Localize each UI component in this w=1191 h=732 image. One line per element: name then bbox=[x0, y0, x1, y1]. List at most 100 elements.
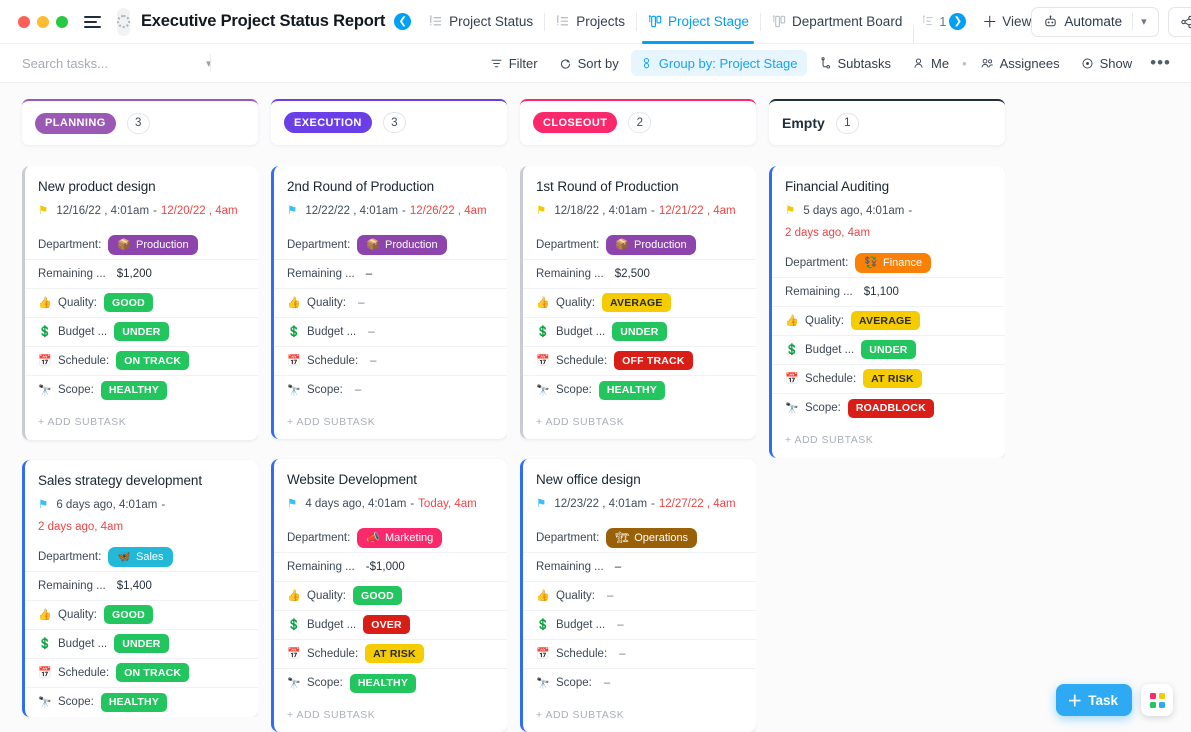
field-budget[interactable]: 💲 Budget ... – bbox=[274, 318, 507, 347]
sort-button[interactable]: Sort by bbox=[550, 50, 628, 76]
filter-icon bbox=[491, 59, 502, 67]
field-budget[interactable]: 💲 Budget ... OVER bbox=[274, 611, 507, 640]
assignees-button[interactable]: Assignees bbox=[971, 50, 1069, 76]
field-department[interactable]: Department: 📣 Marketing bbox=[274, 524, 507, 553]
task-dates[interactable]: ⚑ 12/18/22 , 4:01am -12/21/22 , 4am bbox=[523, 194, 756, 221]
budget-icon: 💲 bbox=[785, 344, 799, 357]
field-scope[interactable]: 🔭 Scope: – bbox=[274, 376, 507, 405]
field-scope[interactable]: 🔭 Scope: HEALTHY bbox=[523, 376, 756, 405]
field-remaining[interactable]: Remaining ... $1,100 bbox=[772, 278, 1005, 307]
field-schedule[interactable]: 📅 Schedule: AT RISK bbox=[772, 365, 1005, 394]
chevron-down-icon[interactable]: ▾ bbox=[1141, 15, 1147, 28]
add-subtask-button[interactable]: + ADD SUBTASK bbox=[25, 405, 258, 440]
tab-project-status[interactable]: Project Status bbox=[417, 0, 544, 44]
field-schedule[interactable]: 📅 Schedule: – bbox=[523, 640, 756, 669]
more-views-icon[interactable]: ❯ bbox=[949, 13, 967, 30]
column-header[interactable]: CLOSEOUT 2 bbox=[520, 99, 756, 145]
task-dates[interactable]: ⚑ 4 days ago, 4:01am - Today, 4am bbox=[274, 487, 507, 514]
task-dates[interactable]: ⚑ 12/16/22 , 4:01am -12/20/22 , 4am bbox=[25, 194, 258, 221]
field-department[interactable]: Department: 🏗 Operations bbox=[523, 524, 756, 553]
share-button[interactable]: Share bbox=[1167, 6, 1191, 37]
me-button[interactable]: Me bbox=[903, 50, 958, 76]
task-dates[interactable]: ⚑ 5 days ago, 4:01am - bbox=[772, 194, 1005, 221]
field-quality[interactable]: 👍 Quality: – bbox=[523, 582, 756, 611]
field-scope[interactable]: 🔭 Scope: HEALTHY bbox=[25, 688, 258, 717]
field-schedule[interactable]: 📅 Schedule: ON TRACK bbox=[25, 347, 258, 376]
apps-grid-button[interactable] bbox=[1141, 684, 1173, 716]
field-budget[interactable]: 💲 Budget ... UNDER bbox=[523, 318, 756, 347]
subtasks-button[interactable]: Subtasks bbox=[810, 50, 900, 76]
task-card[interactable]: 1st Round of Production ⚑ 12/18/22 , 4:01a… bbox=[520, 165, 756, 439]
automate-button[interactable]: Automate ▾ bbox=[1031, 6, 1159, 37]
field-department[interactable]: Department: 🦋 Sales bbox=[25, 543, 258, 572]
field-remaining[interactable]: Remaining ... $1,200 bbox=[25, 260, 258, 289]
field-quality[interactable]: 👍 Quality: GOOD bbox=[25, 289, 258, 318]
more-views-group[interactable]: 1 ❯ bbox=[913, 13, 974, 44]
task-card[interactable]: Website Development ⚑ 4 days ago, 4:01am - T… bbox=[271, 458, 507, 732]
task-dates[interactable]: ⚑ 6 days ago, 4:01am - bbox=[25, 488, 258, 515]
column-header[interactable]: EXECUTION 3 bbox=[271, 99, 507, 145]
field-remaining[interactable]: Remaining ... – bbox=[274, 260, 507, 289]
add-subtask-button[interactable]: + ADD SUBTASK bbox=[274, 405, 507, 439]
field-schedule[interactable]: 📅 Schedule: – bbox=[274, 347, 507, 376]
field-scope[interactable]: 🔭 Scope: – bbox=[523, 669, 756, 698]
show-button[interactable]: Show bbox=[1072, 50, 1142, 76]
field-remaining[interactable]: Remaining ... $2,500 bbox=[523, 260, 756, 289]
field-department[interactable]: Department: 💱 Finance bbox=[772, 249, 1005, 278]
field-budget[interactable]: 💲 Budget ... UNDER bbox=[25, 318, 258, 347]
field-label: Budget ... bbox=[307, 618, 357, 631]
field-department[interactable]: Department: 📦 Production bbox=[523, 231, 756, 260]
more-options-icon[interactable]: ••• bbox=[1144, 54, 1177, 71]
task-dates[interactable]: ⚑ 12/23/22 , 4:01am -12/27/22 , 4am bbox=[523, 487, 756, 514]
field-budget[interactable]: 💲 Budget ... UNDER bbox=[772, 336, 1005, 365]
tab-projects[interactable]: Projects bbox=[544, 0, 636, 44]
field-remaining[interactable]: Remaining ... -$1,000 bbox=[274, 553, 507, 582]
maximize-window-icon[interactable] bbox=[56, 15, 68, 28]
field-schedule[interactable]: 📅 Schedule: AT RISK bbox=[274, 640, 507, 669]
field-department[interactable]: Department: 📦 Production bbox=[25, 231, 258, 260]
minimize-window-icon[interactable] bbox=[37, 15, 49, 28]
field-quality[interactable]: 👍 Quality: – bbox=[274, 289, 507, 318]
add-subtask-button[interactable]: + ADD SUBTASK bbox=[772, 423, 1005, 458]
tab-project-stage[interactable]: Project Stage bbox=[635, 0, 760, 44]
add-subtask-button[interactable]: + ADD SUBTASK bbox=[523, 698, 756, 732]
field-label: Quality: bbox=[58, 608, 97, 621]
remaining-value: $2,500 bbox=[614, 267, 650, 280]
task-card[interactable]: 2nd Round of Production ⚑ 12/22/22 , 4:01a… bbox=[271, 165, 507, 439]
field-scope[interactable]: 🔭 Scope: ROADBLOCK bbox=[772, 394, 1005, 423]
task-card[interactable]: Financial Auditing ⚑ 5 days ago, 4:01am - 2 … bbox=[769, 166, 1005, 458]
task-dates[interactable]: ⚑ 12/22/22 , 4:01am -12/26/22 , 4am bbox=[274, 194, 507, 221]
close-window-icon[interactable] bbox=[18, 15, 30, 28]
field-schedule[interactable]: 📅 Schedule: OFF TRACK bbox=[523, 347, 756, 376]
new-task-button[interactable]: ＋ Task bbox=[1056, 684, 1132, 716]
field-budget[interactable]: 💲 Budget ... – bbox=[523, 611, 756, 640]
tab-department-board[interactable]: Department Board bbox=[760, 0, 913, 44]
menu-icon[interactable] bbox=[84, 15, 101, 28]
search-input[interactable] bbox=[22, 55, 198, 71]
field-quality[interactable]: 👍 Quality: AVERAGE bbox=[772, 307, 1005, 336]
field-scope[interactable]: 🔭 Scope: HEALTHY bbox=[274, 669, 507, 698]
add-subtask-button[interactable]: + ADD SUBTASK bbox=[523, 405, 756, 439]
task-card[interactable]: New office design ⚑ 12/23/22 , 4:01am -12/2… bbox=[520, 458, 756, 732]
field-budget[interactable]: 💲 Budget ... UNDER bbox=[25, 630, 258, 659]
filter-button[interactable]: Filter bbox=[481, 50, 547, 76]
field-remaining[interactable]: Remaining ... $1,400 bbox=[25, 572, 258, 601]
collapse-left-icon[interactable]: ❮ bbox=[394, 13, 412, 30]
field-quality[interactable]: 👍 Quality: GOOD bbox=[25, 601, 258, 630]
field-department[interactable]: Department: 📦 Production bbox=[274, 231, 507, 260]
field-scope[interactable]: 🔭 Scope: HEALTHY bbox=[25, 376, 258, 405]
column-header[interactable]: PLANNING 3 bbox=[22, 99, 258, 145]
task-card[interactable]: New product design ⚑ 12/16/22 , 4:01am -12/… bbox=[22, 166, 258, 440]
field-schedule[interactable]: 📅 Schedule: ON TRACK bbox=[25, 659, 258, 688]
add-subtask-button[interactable]: + ADD SUBTASK bbox=[274, 698, 507, 732]
add-view-button[interactable]: ＋ View bbox=[982, 11, 1031, 32]
column-header[interactable]: Empty 1 bbox=[769, 99, 1005, 145]
search-container[interactable]: ▾ bbox=[14, 55, 212, 71]
schedule-icon: 📅 bbox=[287, 355, 301, 368]
task-card[interactable]: Sales strategy development ⚑ 6 days ago, 4… bbox=[22, 459, 258, 717]
group-by-button[interactable]: Group by: Project Stage bbox=[630, 50, 807, 76]
field-quality[interactable]: 👍 Quality: GOOD bbox=[274, 582, 507, 611]
field-quality[interactable]: 👍 Quality: AVERAGE bbox=[523, 289, 756, 318]
field-remaining[interactable]: Remaining ... – bbox=[523, 553, 756, 582]
field-label: Scope: bbox=[556, 384, 592, 397]
